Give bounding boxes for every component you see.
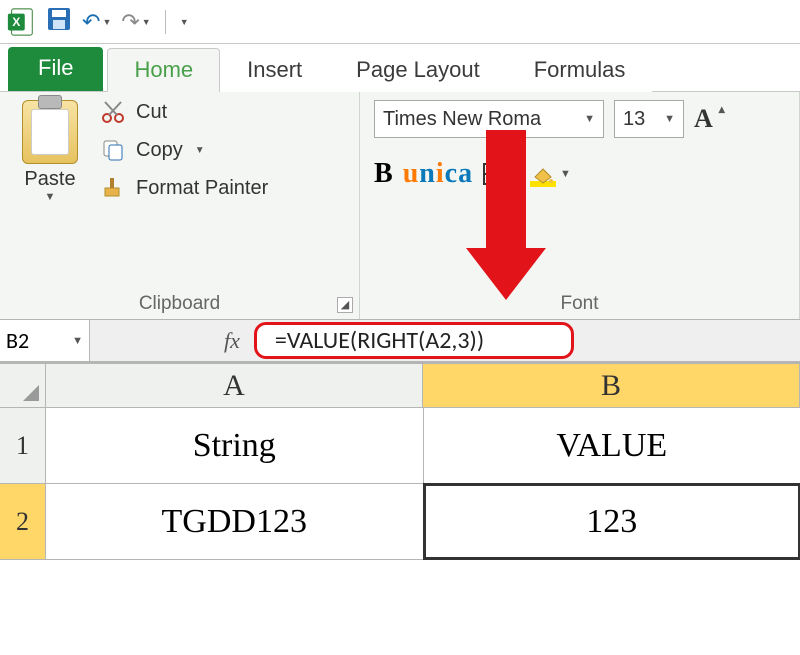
chevron-down-icon: ▼ [584,113,595,125]
redo-button[interactable]: ↷ ▼ [121,11,150,33]
row-header-1[interactable]: 1 [0,408,46,483]
svg-text:X: X [12,14,21,28]
borders-button[interactable]: ▼ [483,163,520,185]
cut-icon [100,100,126,124]
cell-a1[interactable]: String [46,408,424,483]
chevron-down-icon: ▼ [180,17,189,27]
group-font: Times New Roma ▼ 13 ▼ A B unica ▼ [360,92,800,319]
chevron-down-icon: ▼ [509,168,520,180]
format-painter-icon [100,176,126,200]
clipboard-dialog-launcher[interactable]: ◢ [337,297,353,313]
cut-button[interactable]: Cut [100,100,268,124]
font-size-value: 13 [623,108,645,131]
copy-button[interactable]: Copy ▼ [100,138,268,162]
name-box[interactable]: B2 ▼ [0,320,90,361]
formula-value: =VALUE(RIGHT(A2,3)) [275,326,484,355]
chevron-down-icon: ▼ [142,17,151,27]
unica-watermark: unica [403,158,473,190]
fx-label[interactable]: fx [224,328,240,354]
tab-file[interactable]: File [8,47,103,91]
redo-icon: ↷ [121,11,139,33]
fill-color-button[interactable]: ▼ [530,161,571,187]
ribbon: Paste ▼ Cut Copy ▼ [0,92,800,320]
fill-color-icon [531,161,555,181]
tab-insert[interactable]: Insert [220,48,329,92]
group-label-font: Font [374,289,785,317]
select-all-corner[interactable] [0,364,46,407]
separator [165,10,166,34]
tab-page-layout[interactable]: Page Layout [329,48,507,92]
undo-icon: ↶ [82,11,100,33]
excel-app-icon[interactable]: X [6,7,36,37]
borders-icon [483,163,505,185]
paste-button[interactable]: Paste ▼ [14,100,86,203]
undo-button[interactable]: ↶ ▼ [82,11,111,33]
worksheet-grid[interactable]: A B 1 String VALUE 2 TGDD123 123 [0,364,800,560]
format-painter-button[interactable]: Format Painter [100,176,268,200]
row-1: 1 String VALUE [0,408,800,484]
group-label-clipboard: Clipboard [14,289,345,317]
font-size-combo[interactable]: 13 ▼ [614,100,684,138]
formula-bar: B2 ▼ fx =VALUE(RIGHT(A2,3)) [0,320,800,364]
tab-formulas[interactable]: Formulas [507,48,653,92]
column-header-b[interactable]: B [423,364,800,407]
chevron-down-icon[interactable]: ▼ [14,191,86,203]
format-painter-label: Format Painter [136,177,268,200]
chevron-down-icon: ▼ [195,145,205,156]
font-name-combo[interactable]: Times New Roma ▼ [374,100,604,138]
ribbon-tabs: File Home Insert Page Layout Formulas [0,44,800,92]
column-headers: A B [0,364,800,408]
group-clipboard: Paste ▼ Cut Copy ▼ [0,92,360,319]
row-2: 2 TGDD123 123 [0,484,800,560]
chevron-down-icon: ▼ [72,334,83,347]
formula-input[interactable]: =VALUE(RIGHT(A2,3)) [254,322,574,359]
cell-b1[interactable]: VALUE [424,408,800,483]
save-button[interactable] [46,6,72,37]
cell-b2[interactable]: 123 [424,484,800,559]
chevron-down-icon: ▼ [664,113,675,125]
name-box-value: B2 [6,327,29,354]
row-header-2[interactable]: 2 [0,484,46,559]
copy-label: Copy [136,139,183,162]
chevron-down-icon: ▼ [560,168,571,180]
paste-icon [22,100,78,164]
save-icon [46,6,72,37]
font-name-value: Times New Roma [383,108,541,131]
chevron-down-icon: ▼ [102,17,111,27]
column-header-a[interactable]: A [46,364,423,407]
paste-label: Paste [14,168,86,191]
cut-label: Cut [136,101,167,124]
copy-icon [100,138,126,162]
increase-font-size-button[interactable]: A [694,104,723,134]
tab-home[interactable]: Home [107,48,220,92]
cell-a2[interactable]: TGDD123 [46,484,424,559]
quick-access-toolbar: X ↶ ▼ ↷ ▼ ▼ [0,0,800,44]
bold-button[interactable]: B [374,158,393,190]
customize-qat-button[interactable]: ▼ [180,17,189,27]
